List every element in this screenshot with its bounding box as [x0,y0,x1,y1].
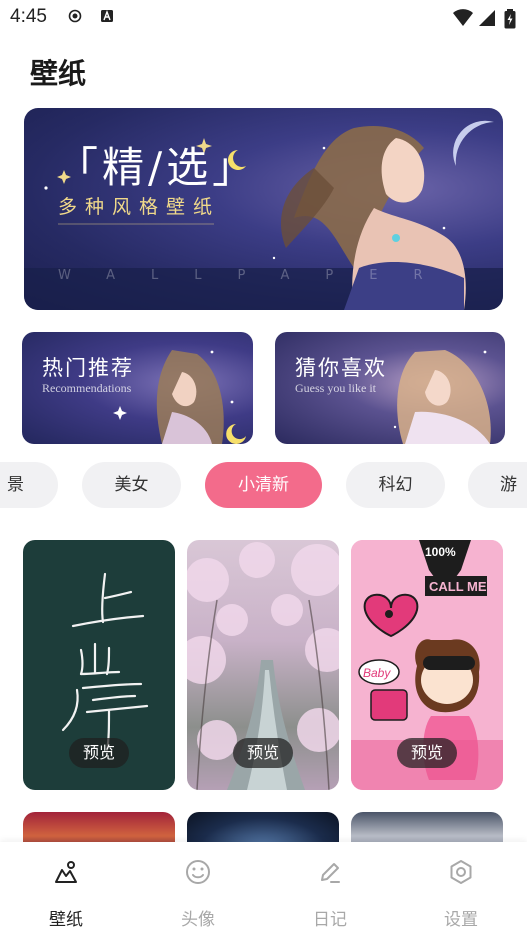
smile-icon [186,860,210,884]
banner-watermark: WALLPAPER [58,268,459,283]
category-subtitle-hot: Recommendations [42,381,132,395]
settings-icon [450,860,472,884]
tab-label-diary: 日记 [313,910,347,930]
chip-beauty[interactable]: 美女 [82,462,181,508]
wifi-icon [453,9,473,26]
tab-wallpaper[interactable]: 壁纸 [16,842,116,938]
wallpaper-icon [55,861,77,883]
wallpaper-3-callme-text: CALL ME [429,579,487,594]
featured-banner[interactable]: 「精/选」 多种风格壁纸 WALLPAPER [24,108,503,310]
category-title-hot: 热门推荐 [42,356,134,380]
tab-avatar[interactable]: 头像 [148,842,248,938]
banner-title: 「精/选」 [56,143,259,192]
wallpaper-card-3[interactable]: 100% CALL ME Baby 预览 [351,540,503,790]
keyboard-a-icon [101,10,113,22]
tab-label-settings: 设置 [444,910,478,930]
wallpaper-card-1[interactable]: 预览 [23,540,175,790]
chip-scenery[interactable]: 景 [0,462,58,508]
tab-settings[interactable]: 设置 [411,842,511,938]
banner-subtitle: 多种风格壁纸 [58,196,221,218]
bottom-tab-bar: 壁纸 头像 日记 设置 [0,842,527,938]
preview-button[interactable]: 预览 [397,738,457,768]
battery-icon [504,9,516,29]
pencil-icon [321,863,340,883]
category-card-guess[interactable]: 猜你喜欢 Guess you like it [275,332,505,444]
preview-button[interactable]: 预览 [69,738,129,768]
chip-scifi[interactable]: 科幻 [346,462,445,508]
tab-label-wallpaper: 壁纸 [49,910,83,930]
wallpaper-3-baby-text: Baby [363,666,391,680]
record-icon [68,9,82,23]
tab-diary[interactable]: 日记 [280,842,380,938]
tab-label-avatar: 头像 [181,910,215,930]
status-time: 4:45 [10,6,47,27]
category-chips[interactable]: 景 美女 小清新 科幻 游 [0,462,527,508]
category-card-hot[interactable]: 热门推荐 Recommendations [22,332,253,444]
page-title: 壁纸 [30,57,87,90]
wallpaper-card-2[interactable]: 预览 [187,540,339,790]
status-bar: 4:45 [0,0,527,36]
category-title-guess: 猜你喜欢 [295,356,387,380]
chip-fresh[interactable]: 小清新 [205,462,322,508]
wallpaper-3-percent-text: 100% [425,545,456,559]
signal-icon [479,10,495,26]
chip-game[interactable]: 游 [468,462,527,508]
category-subtitle-guess: Guess you like it [295,381,376,395]
preview-button[interactable]: 预览 [233,738,293,768]
